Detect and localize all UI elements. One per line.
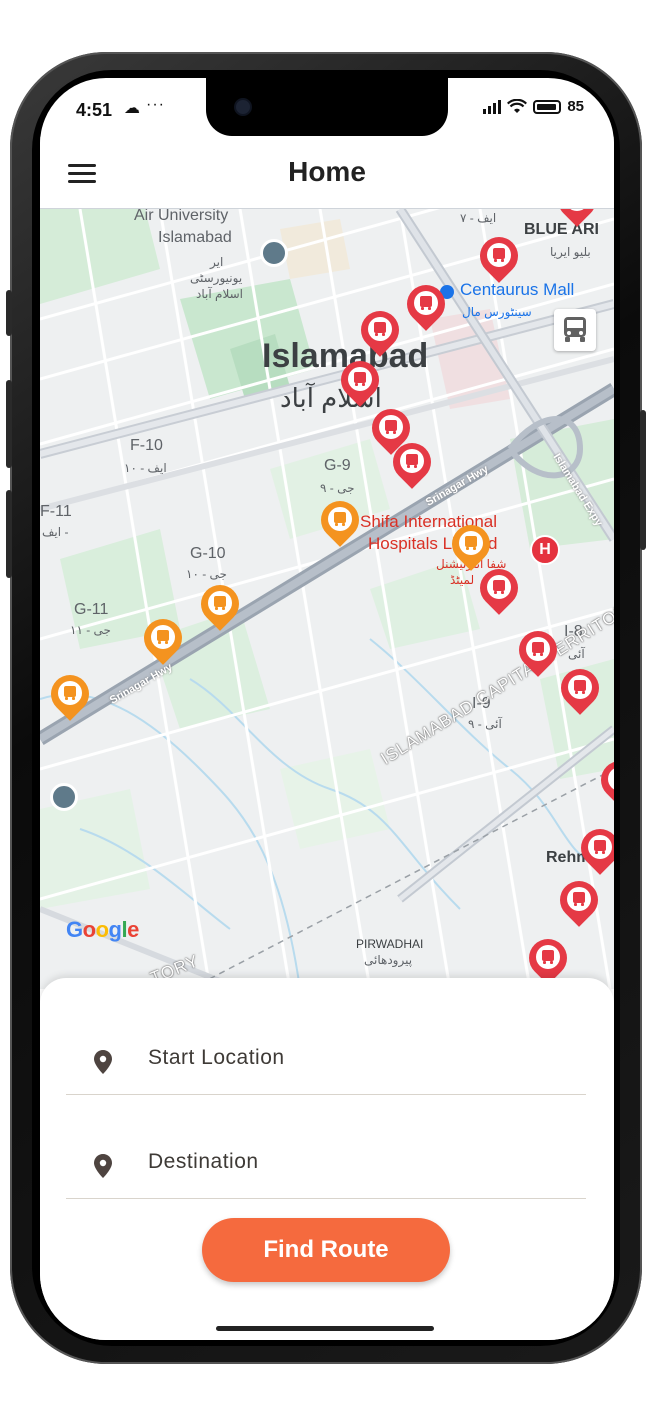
more-notifications: ··· (146, 96, 165, 113)
bus-icon (420, 296, 432, 310)
bus-stop-marker[interactable] (472, 561, 526, 617)
route-bottom-sheet: Start Location Destination Find Route (40, 978, 614, 1340)
page-title: Home (288, 156, 366, 187)
map-base (40, 209, 614, 989)
bus-icon (214, 596, 226, 610)
map-label-f10-urdu: ایف - ۱۰ (124, 461, 167, 475)
camera-notch (206, 78, 448, 136)
start-location-field[interactable]: Start Location (66, 1022, 586, 1095)
silent-switch (6, 290, 12, 336)
bus-icon (532, 642, 544, 656)
app-bar: Home (40, 136, 614, 209)
bus-stop-marker[interactable] (43, 667, 97, 723)
map-view[interactable]: Air University Islamabad ایر یونیورسٹی ا… (40, 209, 614, 989)
status-bar: 4:51 ☁ ··· 85 (40, 78, 614, 136)
map-label-i9-urdu: آئی - ۹ (468, 717, 502, 731)
map-label-air-university-city: Islamabad (158, 229, 232, 246)
bus-icon (564, 317, 586, 342)
google-logo: Google (66, 917, 139, 942)
bus-stop-marker[interactable] (573, 821, 614, 877)
transit-layer-button[interactable] (554, 309, 596, 351)
bus-icon (573, 892, 585, 906)
bus-stop-marker[interactable] (193, 577, 247, 633)
map-label-f7: ایف - ۷ (460, 211, 497, 225)
map-label-blue-area-urdu: بلیو ایریا (550, 245, 591, 259)
bus-icon (574, 680, 586, 694)
battery-level: 85 (567, 98, 584, 115)
front-camera (234, 98, 252, 116)
bus-stop-marker[interactable] (550, 209, 604, 229)
location-pin-icon (94, 1154, 112, 1178)
bus-stop-marker[interactable] (553, 661, 607, 717)
bus-stop-marker[interactable] (333, 353, 387, 409)
bus-stop-marker[interactable] (313, 493, 367, 549)
bus-icon (465, 536, 477, 550)
bus-icon (385, 420, 397, 434)
map-label-f11-urdu: ایف - (42, 525, 69, 539)
university-icon (260, 239, 288, 267)
location-pin-icon (94, 1050, 112, 1074)
bus-stop-marker[interactable] (136, 611, 190, 667)
bus-stop-marker[interactable] (511, 623, 565, 679)
map-label-f10: F-10 (130, 437, 163, 454)
wifi-icon (507, 98, 528, 113)
bus-icon (354, 372, 366, 386)
map-label-f11: F-11 (40, 503, 72, 520)
status-icons: 85 (483, 98, 584, 115)
bus-icon (612, 771, 614, 787)
bus-icon (493, 580, 505, 594)
map-label-centaurus-mall-urdu: سینٹورس مال (462, 305, 532, 319)
signal-icon (483, 99, 502, 114)
map-label-g11-urdu: جی - ۱۱ (70, 623, 111, 637)
map-label-g9-urdu: جی - ۹ (320, 481, 355, 495)
volume-up-button (6, 380, 12, 468)
map-label-air-university-urdu-3: اسلام آباد (196, 287, 243, 301)
volume-down-button (6, 490, 12, 578)
map-label-g11: G-11 (74, 601, 109, 618)
find-route-button[interactable]: Find Route (202, 1218, 450, 1282)
bus-stop-marker[interactable] (353, 303, 407, 359)
home-indicator[interactable] (216, 1326, 434, 1331)
bus-icon (374, 322, 386, 336)
bus-icon (406, 454, 418, 468)
bus-icon (542, 950, 554, 964)
map-label-pirwadhai-urdu: پیرودھائی (364, 953, 413, 967)
bus-stop-marker[interactable] (472, 229, 526, 285)
phone-screen: 4:51 ☁ ··· 85 Home Air University Islama… (40, 78, 614, 1340)
battery-icon (533, 99, 562, 114)
map-label-g10-urdu: جی - ۱۰ (186, 567, 227, 581)
destination-placeholder: Destination (148, 1150, 259, 1173)
destination-field[interactable]: Destination (66, 1126, 586, 1199)
hospital-icon[interactable]: H (530, 535, 560, 565)
university-icon (50, 783, 78, 811)
bus-stop-marker[interactable] (593, 753, 614, 809)
bus-icon (594, 840, 606, 854)
status-time: 4:51 (76, 100, 113, 120)
map-label-g10: G-10 (190, 545, 226, 562)
bus-stop-marker[interactable] (552, 873, 606, 929)
bus-icon (334, 512, 346, 526)
bus-icon (64, 686, 76, 700)
bus-stop-marker[interactable] (444, 517, 498, 573)
power-button (640, 410, 646, 550)
map-label-g9: G-9 (324, 457, 351, 474)
bus-stop-marker[interactable] (399, 277, 453, 333)
bus-stop-marker[interactable] (385, 435, 439, 491)
cloud-icon: ☁ (124, 100, 140, 117)
start-location-placeholder: Start Location (148, 1046, 285, 1069)
map-label-shifa-urdu-2: لمیٹڈ (450, 573, 475, 587)
bus-icon (493, 248, 505, 262)
bus-icon (157, 630, 169, 644)
map-label-air-university: Air University (134, 209, 229, 224)
